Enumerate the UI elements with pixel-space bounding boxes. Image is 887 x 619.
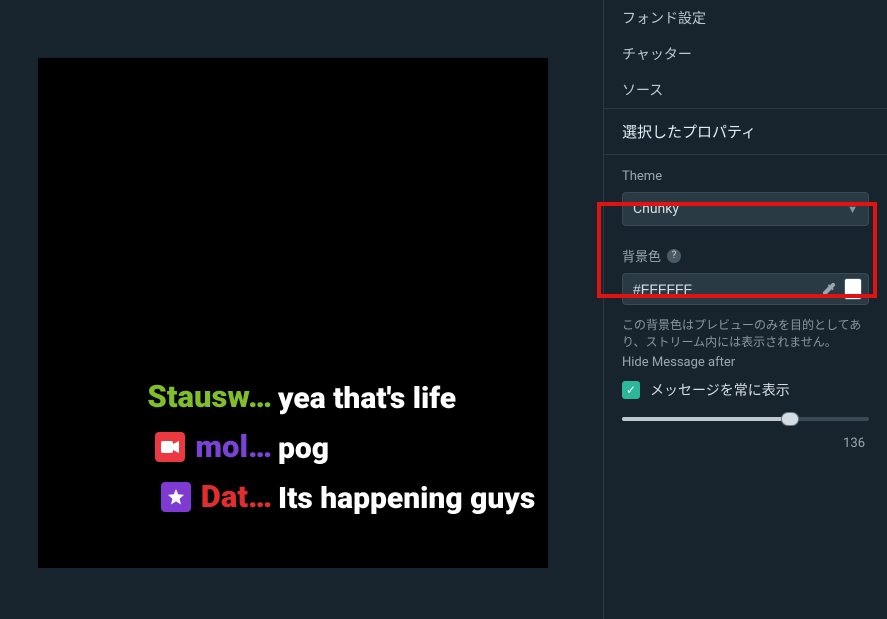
hide-after-slider[interactable]	[622, 410, 869, 428]
chat-name-col: Dat…	[38, 478, 278, 515]
hint-line: り、ストリーム内には表示されません。	[622, 335, 837, 349]
chat-message-row: mol… pog	[38, 424, 548, 474]
chat-name-col: Stausw…	[38, 378, 278, 415]
chat-message-row: Dat… Its happening guys	[38, 474, 548, 524]
theme-label: Theme	[622, 169, 869, 184]
hint-line: この背景色はプレビューのみを目的としてあ	[622, 318, 861, 332]
preview-pane: Stausw… yea that's life mol… pog Dat… It…	[0, 0, 603, 619]
nav-source[interactable]: ソース	[604, 72, 887, 108]
bgcolor-input-row	[622, 273, 869, 305]
star-badge-icon	[161, 482, 191, 512]
theme-field: Theme Chunky ▼	[604, 155, 887, 232]
chat-message-row: Stausw… yea that's life	[38, 374, 548, 424]
bgcolor-hint: この背景色はプレビューのみを目的としてあ り、ストリーム内には表示されません。	[604, 311, 887, 353]
chat-name-col: mol…	[38, 428, 278, 465]
nav-font-settings[interactable]: フォンド設定	[604, 0, 887, 36]
bgcolor-swatch[interactable]	[844, 278, 862, 300]
chat-message-text: Its happening guys	[278, 478, 548, 520]
slider-thumb[interactable]	[781, 412, 799, 426]
theme-select-value: Chunky	[633, 201, 679, 217]
chat-preview: Stausw… yea that's life mol… pog Dat… It…	[38, 58, 548, 568]
chat-username: Dat…	[201, 478, 272, 515]
nav-chatter[interactable]: チャッター	[604, 36, 887, 72]
slider-value: 136	[604, 432, 887, 451]
section-selected-properties: 選択したプロパティ	[604, 108, 887, 155]
chat-username: mol…	[195, 428, 272, 465]
bgcolor-label: 背景色 ?	[622, 246, 869, 265]
camera-badge-icon	[155, 432, 185, 462]
chat-message-text: yea that's life	[278, 378, 548, 420]
theme-select[interactable]: Chunky ▼	[622, 192, 869, 226]
bgcolor-input[interactable]	[633, 281, 814, 297]
chevron-down-icon: ▼	[847, 203, 858, 216]
help-icon[interactable]: ?	[667, 249, 681, 263]
properties-sidebar: フォンド設定 チャッター ソース 選択したプロパティ Theme Chunky …	[603, 0, 887, 619]
always-show-row: ✓ メッセージを常に表示	[604, 376, 887, 410]
chat-username: Stausw…	[147, 378, 272, 415]
eyedropper-icon[interactable]	[822, 282, 836, 296]
hide-message-after-label: Hide Message after	[604, 353, 887, 376]
bgcolor-field: 背景色 ?	[604, 232, 887, 311]
always-show-label: メッセージを常に表示	[650, 380, 790, 400]
bgcolor-label-text: 背景色	[622, 246, 661, 265]
hide-after-slider-wrap	[604, 410, 887, 432]
always-show-checkbox[interactable]: ✓	[622, 381, 640, 399]
chat-message-text: pog	[278, 428, 548, 470]
slider-fill	[622, 417, 790, 421]
